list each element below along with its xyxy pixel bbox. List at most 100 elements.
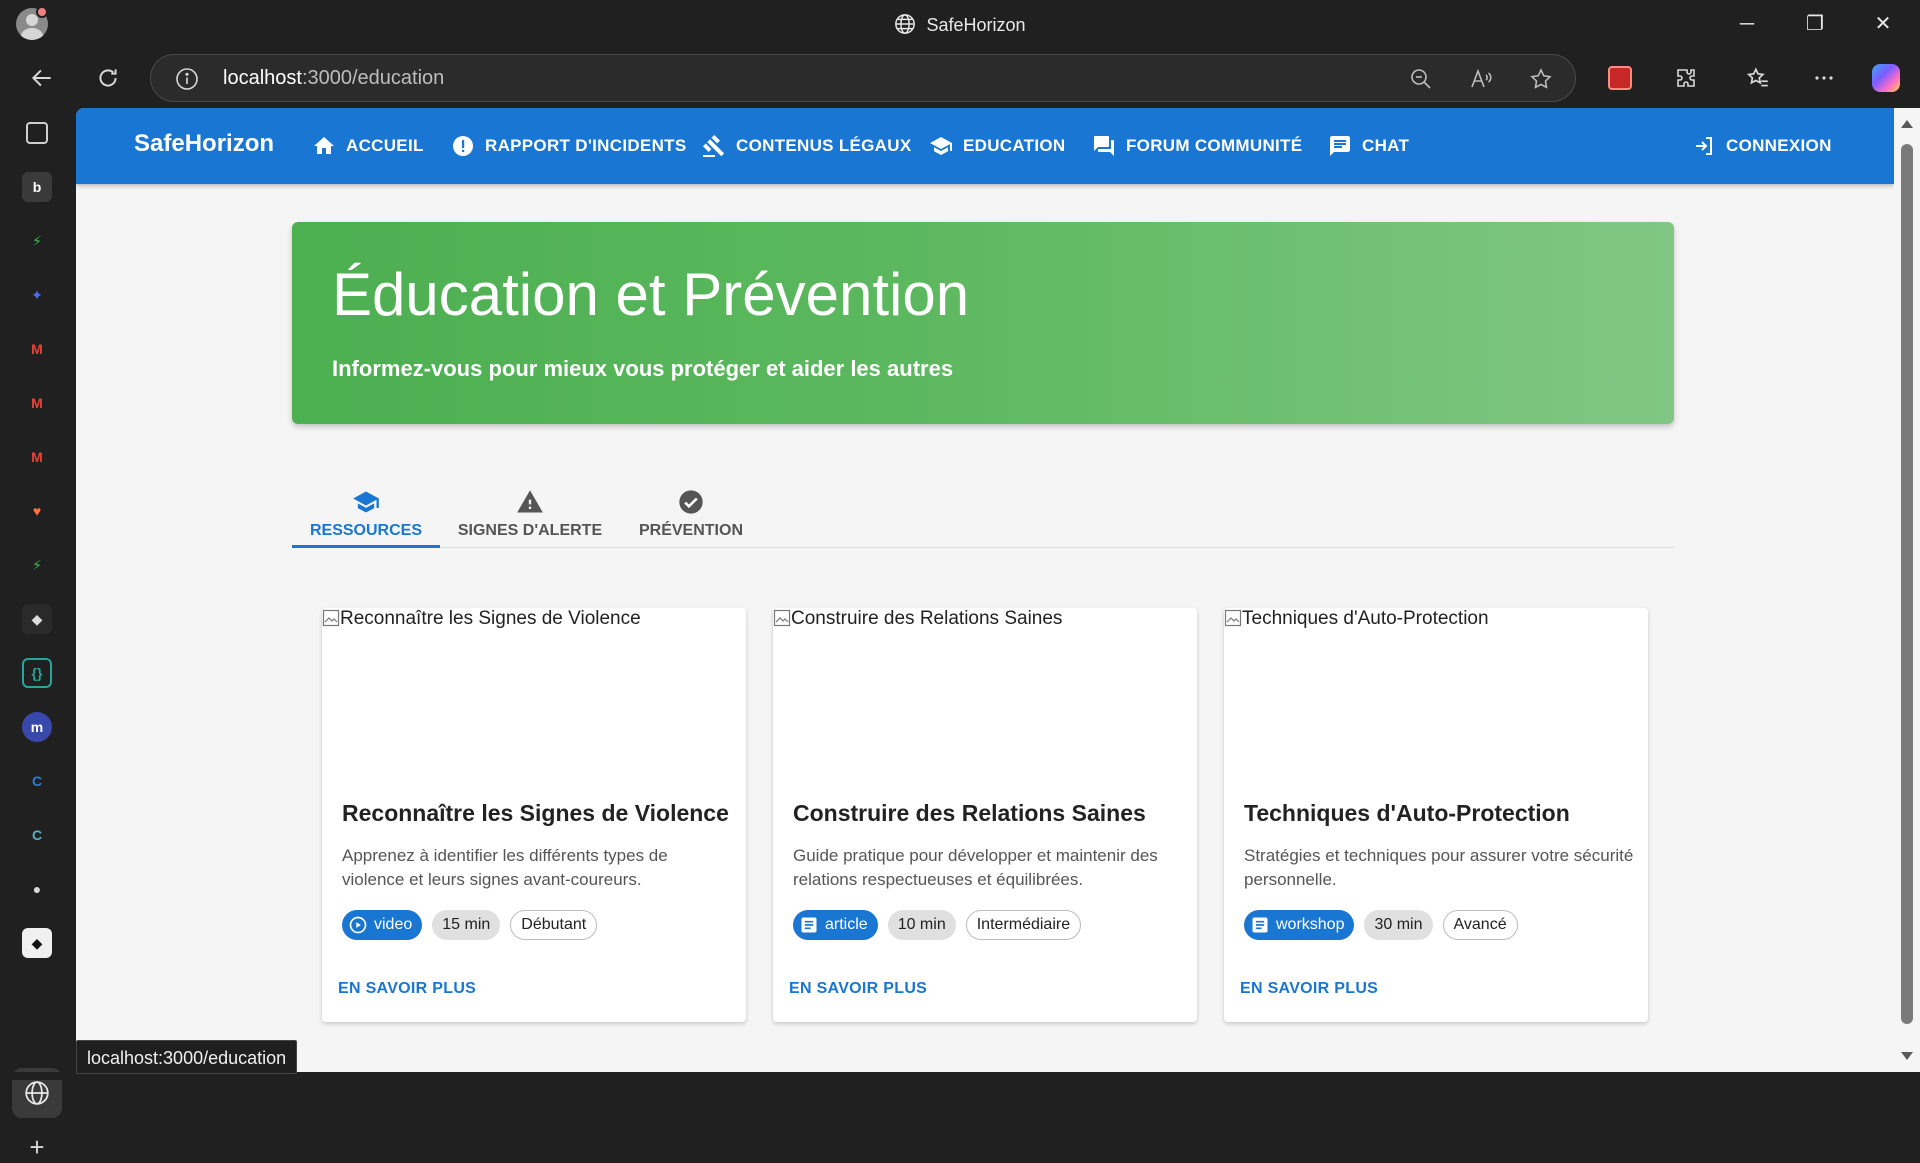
heart-app-icon[interactable]: ♥ bbox=[22, 496, 52, 526]
github-icon[interactable]: ● bbox=[22, 874, 52, 904]
nav-label: FORUM COMMUNITÉ bbox=[1126, 136, 1303, 155]
learn-more-button[interactable]: EN SAVOIR PLUS bbox=[338, 980, 476, 998]
favorite-star-icon[interactable] bbox=[1529, 67, 1553, 91]
more-dots-icon bbox=[1815, 76, 1833, 80]
article-icon bbox=[801, 917, 817, 933]
login-label: CONNEXION bbox=[1726, 136, 1832, 155]
copilot-icon bbox=[1872, 64, 1900, 92]
education-tabs: RESSOURCES SIGNES D'ALERTE PRÉVENTION bbox=[292, 468, 1674, 548]
scrollbar-thumb[interactable] bbox=[1901, 144, 1913, 1024]
extensions-button[interactable] bbox=[1670, 62, 1702, 94]
duration-chip: 30 min bbox=[1364, 910, 1433, 940]
add-shortcut-icon[interactable]: + bbox=[22, 1132, 52, 1162]
page-title: Éducation et Prévention bbox=[332, 261, 970, 328]
tab-actions-icon[interactable] bbox=[26, 122, 48, 144]
browser-vertical-sidebar: b ⚡ ✦ M M M ♥ ⚡ ◆ {} m C C ● ◆ + bbox=[0, 108, 76, 1162]
nav-label: CHAT bbox=[1362, 136, 1410, 155]
card-title: Techniques d'Auto-Protection bbox=[1244, 800, 1570, 826]
alert-circle-icon bbox=[453, 136, 473, 156]
shortcut-bird-icon[interactable]: ✦ bbox=[22, 280, 52, 310]
minimize-button[interactable]: ─ bbox=[1732, 10, 1762, 38]
card-image: Techniques d'Auto-Protection bbox=[1224, 608, 1489, 630]
type-chip: article bbox=[793, 910, 878, 940]
shortcut-bolt-icon-2[interactable]: ⚡ bbox=[22, 550, 52, 580]
tab-signes-alerte[interactable]: SIGNES D'ALERTE bbox=[440, 468, 620, 548]
card-title: Construire des Relations Saines bbox=[793, 800, 1146, 826]
gmail-icon-2[interactable]: M bbox=[22, 388, 52, 418]
login-button[interactable]: CONNEXION bbox=[1692, 126, 1832, 166]
messenger-app-icon[interactable]: m bbox=[22, 712, 52, 742]
nav-label: CONTENUS LÉGAUX bbox=[736, 136, 912, 155]
back-arrow-icon bbox=[31, 69, 51, 87]
bing-icon[interactable]: b bbox=[22, 172, 52, 202]
card-chips: article 10 min Intermédiaire bbox=[793, 910, 1082, 940]
duration-chip: 15 min bbox=[432, 910, 501, 940]
type-chip-label: workshop bbox=[1276, 916, 1345, 933]
address-bar[interactable]: localhost:3000/education bbox=[150, 54, 1576, 102]
close-button[interactable]: ✕ bbox=[1868, 10, 1898, 38]
chat-icon bbox=[1330, 136, 1350, 156]
forum-icon bbox=[1094, 136, 1114, 156]
nav-rapport-incidents[interactable]: RAPPORT D'INCIDENTS bbox=[451, 126, 686, 166]
refresh-icon bbox=[99, 69, 117, 87]
more-menu-button[interactable] bbox=[1808, 62, 1840, 94]
site-info-icon[interactable] bbox=[175, 67, 199, 91]
tab-prevention[interactable]: PRÉVENTION bbox=[620, 468, 762, 548]
school-icon bbox=[930, 137, 952, 155]
active-tab-indicator bbox=[292, 545, 440, 548]
learn-more-button[interactable]: EN SAVOIR PLUS bbox=[789, 980, 927, 998]
type-chip: workshop bbox=[1244, 910, 1355, 940]
copilot-button[interactable] bbox=[1870, 62, 1902, 94]
link-status-tooltip: localhost:3000/education bbox=[76, 1040, 298, 1074]
hero-banner: Éducation et Prévention Informez-vous po… bbox=[292, 222, 1674, 424]
brand-logo[interactable]: SafeHorizon bbox=[134, 130, 274, 158]
card-image: Reconnaître les Signes de Violence bbox=[322, 608, 641, 630]
card-description: Stratégies et techniques pour assurer vo… bbox=[1244, 846, 1634, 889]
duration-chip: 10 min bbox=[887, 910, 956, 940]
page-scrollbar[interactable] bbox=[1894, 108, 1920, 1072]
globe-icon bbox=[895, 14, 916, 34]
favorites-button[interactable] bbox=[1742, 62, 1774, 94]
scroll-up-arrow-icon[interactable] bbox=[1901, 120, 1913, 128]
learn-more-button[interactable]: EN SAVOIR PLUS bbox=[1240, 980, 1378, 998]
card-chips: workshop 30 min Avancé bbox=[1244, 910, 1518, 940]
school-icon bbox=[353, 491, 379, 513]
tab-ressources[interactable]: RESSOURCES bbox=[292, 468, 440, 548]
c-app-icon[interactable]: C bbox=[22, 766, 52, 796]
puzzle-icon bbox=[1677, 69, 1695, 87]
read-aloud-icon[interactable] bbox=[1469, 67, 1493, 91]
url-text[interactable]: localhost:3000/education bbox=[223, 67, 444, 90]
tab-label: SIGNES D'ALERTE bbox=[457, 522, 603, 539]
shortcut-bolt-icon[interactable]: ⚡ bbox=[22, 226, 52, 256]
broken-image-icon bbox=[322, 609, 340, 627]
back-button[interactable] bbox=[26, 62, 58, 94]
c-app-icon-2[interactable]: C bbox=[22, 820, 52, 850]
cube-app-icon[interactable]: ◆ bbox=[22, 604, 52, 634]
nav-education[interactable]: EDUCATION bbox=[929, 126, 1066, 166]
restore-button[interactable]: ❐ bbox=[1800, 10, 1830, 38]
window-title: SafeHorizon bbox=[0, 13, 1920, 36]
gmail-icon[interactable]: M bbox=[22, 334, 52, 364]
nav-contenus-legaux[interactable]: CONTENUS LÉGAUX bbox=[702, 126, 911, 166]
refresh-button[interactable] bbox=[92, 62, 124, 94]
zoom-out-icon[interactable] bbox=[1409, 67, 1433, 91]
gmail-icon-3[interactable]: M bbox=[22, 442, 52, 472]
nav-accueil[interactable]: ACCUEIL bbox=[312, 126, 424, 166]
cursor-app-icon[interactable]: ◆ bbox=[22, 928, 52, 958]
code-app-icon[interactable]: {} bbox=[22, 658, 52, 688]
article-icon bbox=[1252, 917, 1268, 933]
level-chip: Débutant bbox=[510, 910, 598, 940]
extension-red-icon bbox=[1608, 66, 1632, 90]
app-bar: SafeHorizon ACCUEIL RAPPORT D'INCIDENTS … bbox=[76, 108, 1894, 184]
extension-red-button[interactable] bbox=[1604, 62, 1636, 94]
card-image-alt: Techniques d'Auto-Protection bbox=[1242, 608, 1489, 629]
type-chip-label: article bbox=[825, 916, 868, 933]
browser-toolbar: localhost:3000/education bbox=[0, 48, 1920, 108]
warning-icon bbox=[517, 490, 543, 513]
globe-sidebar-icon[interactable] bbox=[22, 1078, 52, 1108]
nav-forum-communite[interactable]: FORUM COMMUNITÉ bbox=[1092, 126, 1302, 166]
card-chips: video 15 min Débutant bbox=[342, 910, 598, 940]
scroll-down-arrow-icon[interactable] bbox=[1901, 1052, 1913, 1060]
type-chip: video bbox=[342, 910, 423, 940]
nav-chat[interactable]: CHAT bbox=[1328, 126, 1409, 166]
